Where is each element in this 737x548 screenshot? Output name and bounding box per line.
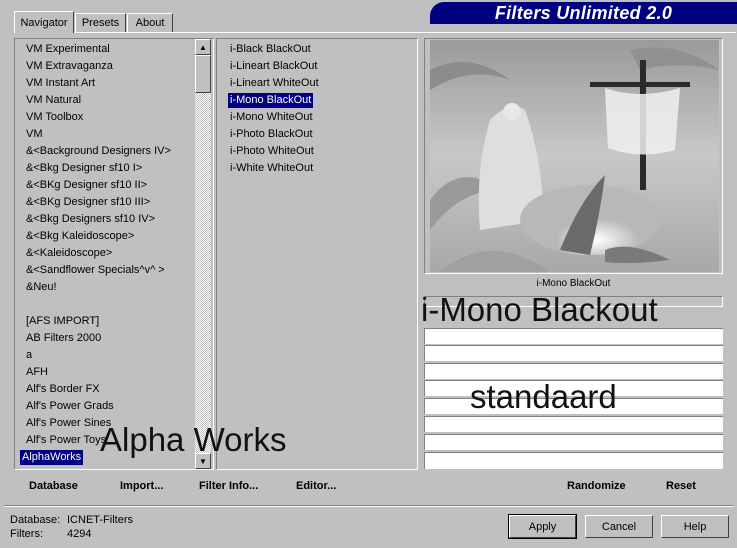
preset-name-overlay: standaard	[470, 378, 617, 415]
filter-list-item[interactable]: i-Mono BlackOut	[228, 93, 314, 108]
filter-name-overlay: i-Mono Blackout	[421, 291, 658, 328]
footer-separator	[4, 505, 733, 507]
parameter-slider[interactable]	[424, 328, 723, 344]
figure-head-shape	[503, 103, 521, 121]
apply-button[interactable]: Apply	[508, 514, 577, 539]
tab-navigator[interactable]: Navigator	[14, 11, 74, 33]
parameter-slider[interactable]	[424, 345, 723, 361]
category-list[interactable]: VM Experimental VM Extravaganza VM Instant…	[14, 38, 214, 470]
filter-info-button[interactable]: Filter Info...	[199, 480, 258, 492]
category-list-item[interactable]: AFH	[24, 365, 50, 380]
shroud-shape	[605, 88, 680, 155]
parameter-slider[interactable]	[424, 452, 723, 469]
import-button[interactable]: Import...	[120, 480, 163, 492]
apply-button-label: Apply	[528, 520, 557, 533]
help-button[interactable]: Help	[661, 515, 729, 538]
filter-list-item[interactable]: i-Black BlackOut	[228, 42, 313, 57]
category-list-item[interactable]: VM Toolbox	[24, 110, 85, 125]
category-list-item[interactable]: &<Kaleidoscope>	[24, 246, 114, 261]
database-value: ICNET-Filters	[67, 514, 133, 526]
reset-button[interactable]: Reset	[666, 480, 696, 492]
tab-divider	[14, 32, 736, 33]
filter-list-item[interactable]: i-Photo WhiteOut	[228, 144, 316, 159]
category-list-item[interactable]: VM Natural	[24, 93, 83, 108]
tab-about[interactable]: About	[127, 13, 173, 32]
category-list-item[interactable]: &<Sandflower Specials^v^ >	[24, 263, 167, 278]
category-list-items: VM Experimental VM Extravaganza VM Instant…	[18, 41, 196, 467]
filters-count-label: Filters:	[10, 528, 43, 540]
tab-navigator-label: Navigator	[20, 16, 68, 29]
scroll-thumb[interactable]	[195, 55, 211, 93]
category-list-item[interactable]: &<BKg Designer sf10 II>	[24, 178, 149, 193]
filter-list-item[interactable]: i-White WhiteOut	[228, 161, 315, 176]
category-list-item[interactable]: a	[24, 348, 34, 363]
randomize-button[interactable]: Randomize	[567, 480, 626, 492]
parameter-slider[interactable]	[424, 363, 723, 379]
scroll-up-button[interactable]: ▲	[195, 39, 211, 55]
category-list-item[interactable]: AlphaWorks	[20, 450, 84, 465]
category-list-item[interactable]: VM Instant Art	[24, 76, 97, 91]
category-list-item[interactable]: VM Extravaganza	[24, 59, 115, 74]
category-list-item[interactable]: VM Experimental	[24, 42, 112, 57]
parameter-slider[interactable]	[424, 416, 723, 432]
category-list-item[interactable]: &<BKg Designer sf10 III>	[24, 195, 152, 210]
database-button[interactable]: Database	[29, 480, 78, 492]
category-list-item[interactable]: Alf's Border FX	[24, 382, 102, 397]
app-title: Filters Unlimited 2.0	[494, 2, 673, 23]
category-name-overlay: Alpha Works	[100, 421, 287, 458]
tab-about-label: About	[135, 17, 165, 29]
filter-list-item[interactable]: i-Lineart WhiteOut	[228, 76, 321, 91]
category-list-item[interactable]: VM	[24, 127, 45, 142]
tab-presets-label: Presets	[81, 17, 120, 29]
filters-count-value: 4294	[67, 528, 92, 540]
category-list-item[interactable]: Alf's Power Toys	[24, 433, 108, 448]
filter-list-item[interactable]: i-Photo BlackOut	[228, 127, 315, 142]
database-label: Database:	[10, 514, 61, 526]
category-list-item[interactable]: &<Bkg Designers sf10 IV>	[24, 212, 157, 227]
filter-list[interactable]: i-Black BlackOut i-Lineart BlackOut i-Line…	[216, 38, 418, 470]
category-list-item[interactable]: &<Bkg Kaleidoscope>	[24, 229, 136, 244]
category-list-item[interactable]: [AFS IMPORT]	[24, 314, 101, 329]
category-list-item[interactable]: Alf's Power Grads	[24, 399, 116, 414]
preview-caption: i-Mono BlackOut	[536, 278, 611, 289]
cancel-button-label: Cancel	[601, 520, 637, 533]
category-list-item[interactable]: &<Bkg Designer sf10 I>	[24, 161, 144, 176]
editor-button[interactable]: Editor...	[296, 480, 336, 492]
parameter-slider[interactable]	[424, 434, 723, 450]
cancel-button[interactable]: Cancel	[585, 515, 653, 538]
filter-list-item[interactable]: i-Lineart BlackOut	[228, 59, 319, 74]
category-list-item[interactable]: &<Background Designers IV>	[24, 144, 173, 159]
category-list-item[interactable]	[24, 297, 28, 312]
filter-list-items: i-Black BlackOut i-Lineart BlackOut i-Line…	[228, 41, 408, 467]
category-scrollbar[interactable]	[195, 39, 211, 469]
cross-horizontal-shape	[590, 82, 690, 87]
filter-list-item[interactable]: i-Mono WhiteOut	[228, 110, 315, 125]
app-title-banner: Filters Unlimited 2.0	[430, 2, 737, 24]
preview-frame	[424, 38, 723, 274]
category-list-item[interactable]: AB Filters 2000	[24, 331, 103, 346]
tab-presets[interactable]: Presets	[75, 13, 126, 32]
preview-image	[430, 40, 719, 272]
category-list-item[interactable]: &Neu!	[24, 280, 59, 295]
help-button-label: Help	[683, 520, 707, 533]
